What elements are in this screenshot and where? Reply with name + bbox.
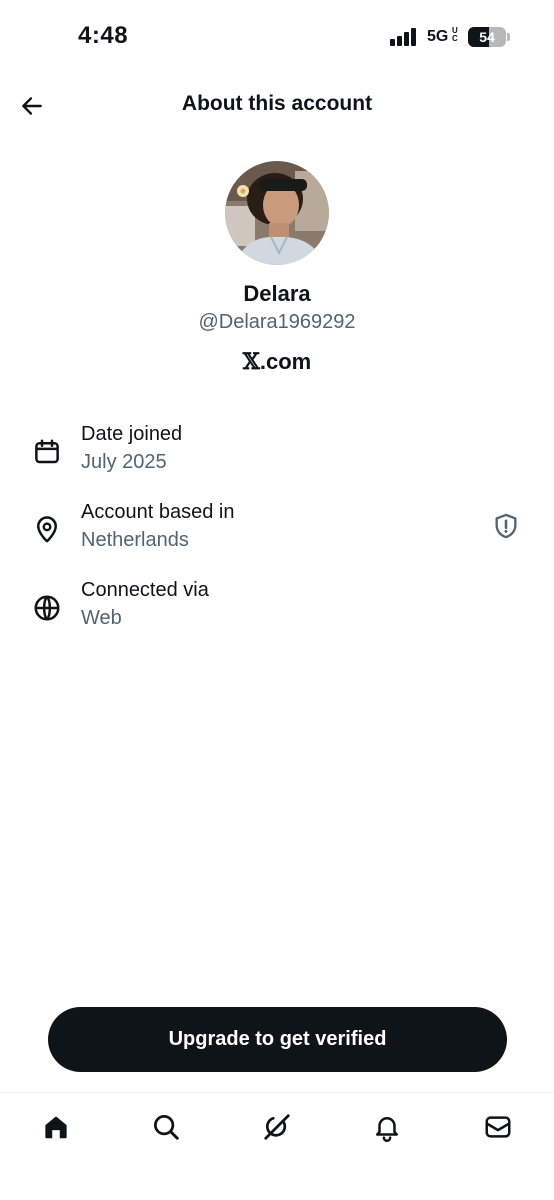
page-title: About this account	[181, 92, 373, 115]
globe-icon	[34, 595, 60, 621]
status-bar: 4:48 5G UC 54	[0, 0, 554, 76]
network-type: 5G	[427, 28, 449, 45]
info-row-date-joined: Date joined July 2025	[0, 423, 554, 487]
network-superscript: UC	[452, 26, 458, 43]
info-row-account-based-in: Account based in Netherlands	[0, 501, 554, 565]
info-row-connected-via: Connected via Web	[0, 579, 554, 643]
info-label: Connected via	[81, 579, 209, 601]
bottom-nav	[0, 1092, 554, 1200]
search-icon	[154, 1115, 179, 1140]
back-button[interactable]	[12, 86, 52, 126]
shield-alert-icon[interactable]	[492, 511, 520, 541]
home-icon	[45, 1116, 67, 1139]
arrow-left-icon	[22, 97, 42, 115]
bell-icon	[376, 1117, 398, 1142]
header: About this account	[0, 76, 554, 136]
battery-cap	[507, 33, 510, 41]
nav-messages[interactable]	[478, 1107, 518, 1147]
mail-icon	[485, 1116, 511, 1138]
info-value: Netherlands	[81, 529, 189, 551]
info-label: Account based in	[81, 501, 235, 523]
status-time: 4:48	[78, 22, 129, 49]
cellular-signal-icon	[390, 28, 420, 46]
info-value: Web	[81, 607, 122, 629]
upgrade-verified-button[interactable]: Upgrade to get verified	[48, 1007, 507, 1072]
avatar[interactable]	[225, 161, 329, 265]
nav-notifications[interactable]	[367, 1107, 407, 1147]
avatar-photo	[225, 161, 329, 265]
info-label: Date joined	[81, 423, 183, 445]
nav-grok[interactable]	[257, 1107, 297, 1147]
grok-icon	[264, 1114, 290, 1140]
x-logo-icon: 𝕏	[242, 349, 260, 375]
calendar-icon	[35, 439, 59, 464]
user-handle: @Delara1969292	[198, 311, 356, 333]
location-pin-icon	[37, 516, 57, 543]
battery-level: 54	[479, 29, 495, 45]
site-label: 𝕏.com	[0, 349, 554, 375]
nav-home[interactable]	[36, 1107, 76, 1147]
info-value: July 2025	[81, 451, 167, 473]
nav-search[interactable]	[146, 1107, 186, 1147]
battery-icon: 54	[468, 27, 506, 47]
site-suffix: .com	[259, 349, 312, 374]
about-account-screen: 4:48 5G UC 54 About this account Delara …	[0, 0, 554, 1200]
display-name: Delara	[243, 281, 311, 306]
